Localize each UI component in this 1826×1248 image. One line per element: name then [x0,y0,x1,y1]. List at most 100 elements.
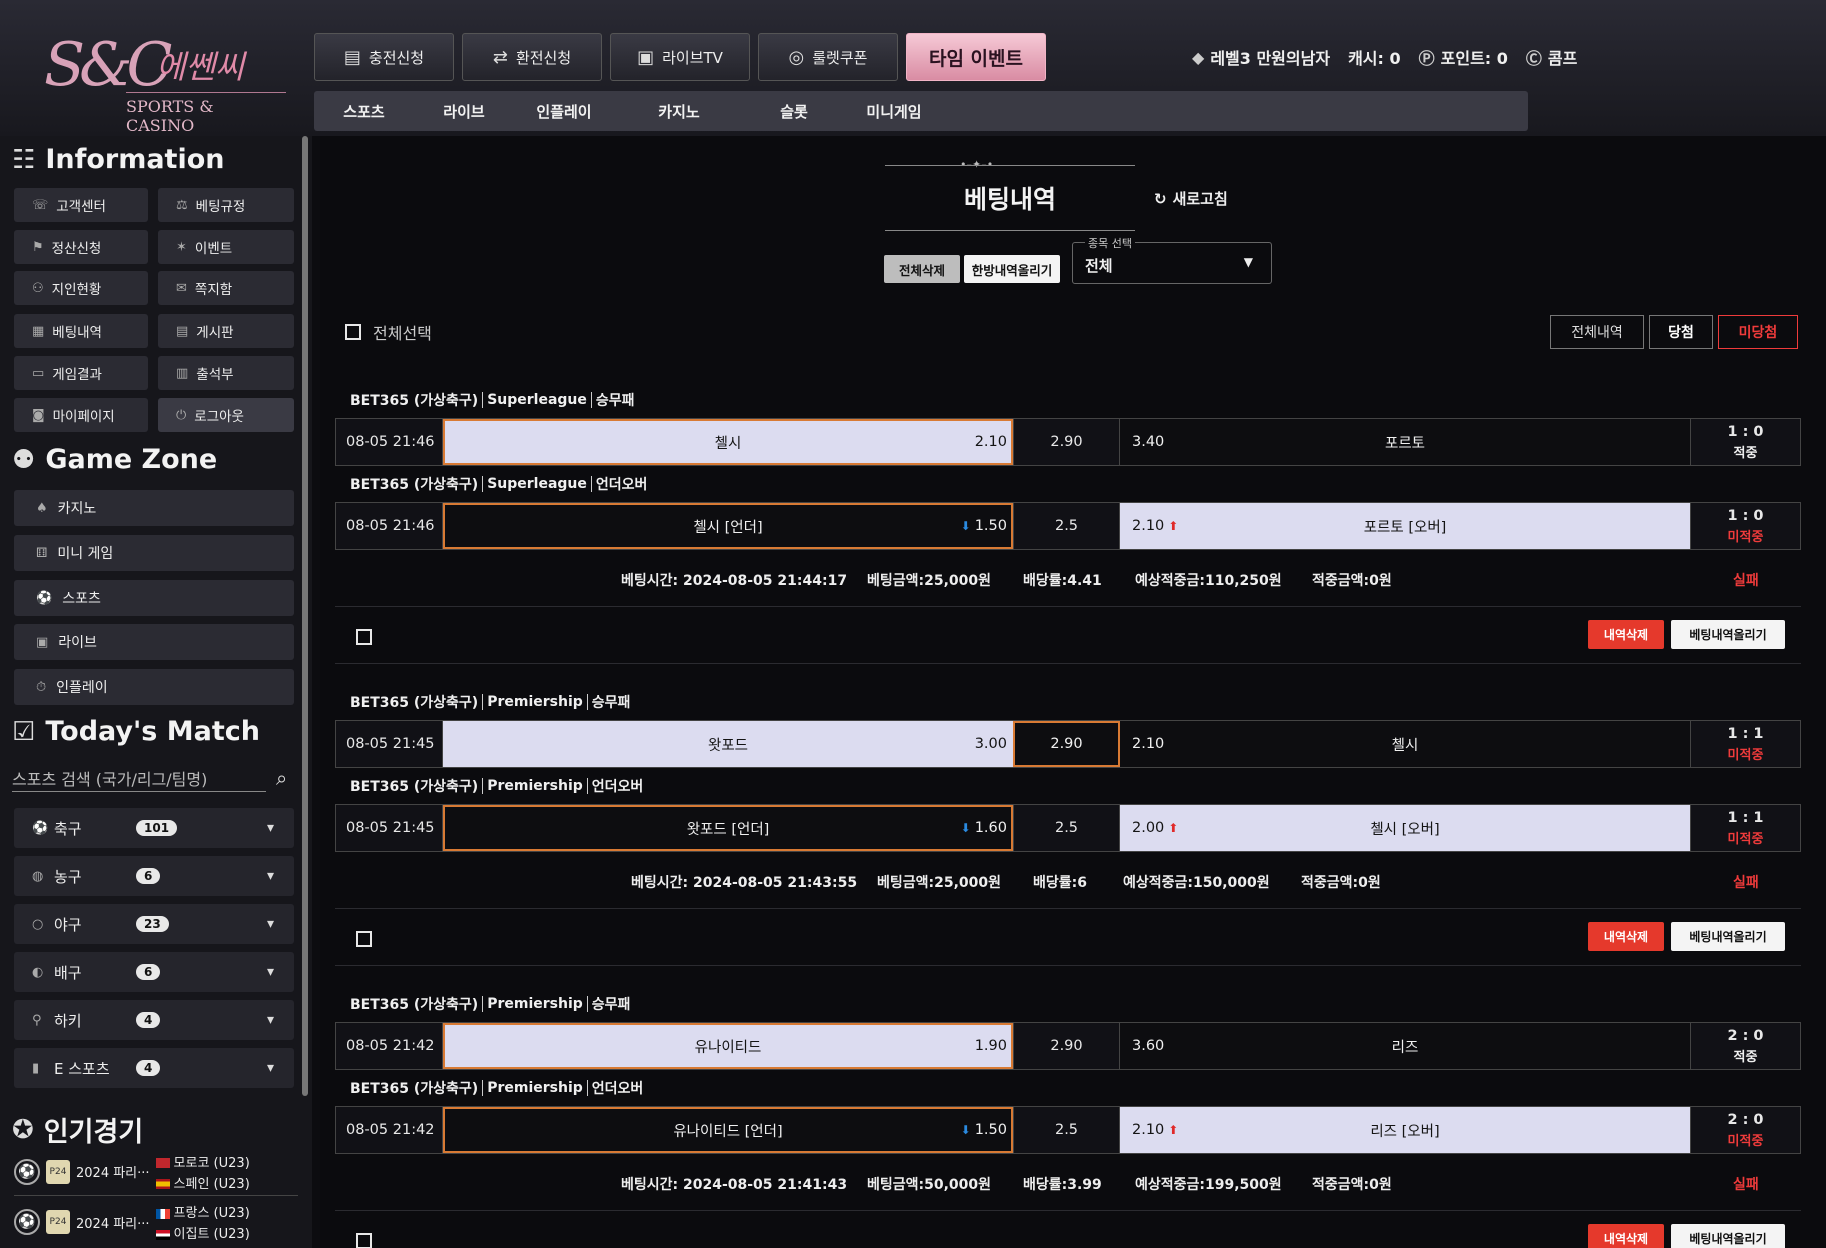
upload-bet-button[interactable]: 베팅내역올리기 [1671,620,1785,649]
sidebar-item-inplay[interactable]: ⏱ 인플레이 [14,669,294,705]
draw-odd[interactable]: 2.90 [1013,419,1120,465]
away-pick[interactable]: 3.40 포르토 [1120,419,1690,465]
deposit-button[interactable]: ▤ 충전신청 [314,33,454,81]
arrow-down-icon: ⬇ [960,1123,971,1137]
comp-icon: Ⓒ [1525,49,1542,68]
sidebar-item-minigame[interactable]: ⚅ 미니 게임 [14,535,294,571]
sport-volleyball[interactable]: ◐ 배구 6 ▾ [14,952,294,992]
live-tv-button[interactable]: ▣ 라이브TV [610,33,750,81]
site-logo[interactable]: S&C 에쎈씨 SPORTS & CASINO [36,30,286,135]
user-level[interactable]: ◆ 레벨3 만원의남자 [1192,45,1330,69]
bet-checkbox[interactable] [356,629,372,645]
bet-expected: 예상적중금:199,500원 [1135,1177,1282,1193]
bet-league-label: BET365 (가상축구) Superleague 언더오버 [335,466,1801,502]
away-pick[interactable]: 2.00 ⬆ 첼시 [오버] [1120,805,1690,851]
withdraw-button[interactable]: ⇄ 환전신청 [462,33,602,81]
sidebar-item-bet-history[interactable]: ▦ 베팅내역 [14,314,148,348]
market-name: 승무패 [595,393,635,409]
home-odd: 3.00 [974,736,1007,752]
sport-select[interactable]: 종목 선택 전체 ▼ [1072,235,1272,284]
sidebar-scrollbar[interactable] [302,136,308,1096]
delete-all-button[interactable]: 전체삭제 [884,255,960,283]
away-pick[interactable]: 2.10 ⬆ 리즈 [오버] [1120,1107,1690,1153]
home-pick[interactable]: 첼시 [언더] ⬇ 1.50 [443,503,1013,549]
home-pick[interactable]: 유나이티드 [언더] ⬇ 1.50 [443,1107,1013,1153]
sport-esports[interactable]: ▮ E 스포츠 4 ▾ [14,1048,294,1088]
nav-inplay[interactable]: 인플레이 [514,101,614,122]
popular-match[interactable]: ⚽ P24 2024 파리··· 프랑스 (U23) 이집트 (U23) [14,1198,298,1246]
sidebar-item-event[interactable]: ✶ 이벤트 [158,230,294,264]
bet-league-label: BET365 (가상축구) Premiership 언더오버 [335,1070,1801,1106]
away-pick[interactable]: 3.60 리즈 [1120,1023,1690,1069]
filter-all[interactable]: 전체내역 [1550,315,1644,349]
home-team: 유나이티드 [694,1039,762,1056]
time-event-button[interactable]: 타임 이벤트 [906,33,1046,81]
handicap-value[interactable]: 2.5 [1013,805,1120,851]
sports-search-input[interactable]: 스포츠 검색 (국가/리그/팀명) [12,762,266,792]
sidebar-item-casino[interactable]: ♠ 카지노 [14,490,294,526]
filter-lost[interactable]: 미당첨 [1718,315,1798,349]
live-tv-label: 라이브TV [662,48,723,67]
select-all-checkbox[interactable] [345,324,361,340]
away-odd: 3.40 [1132,434,1165,450]
league-name: BET365 (가상축구) [350,1081,479,1097]
sidebar-item-attendance[interactable]: ▥ 출석부 [158,356,294,390]
home-pick[interactable]: 유나이티드 1.90 [443,1023,1013,1069]
league-sub: Premiership [487,778,583,794]
sidebar-item-sports[interactable]: ⚽ 스포츠 [14,580,294,616]
match-date: 08-05 21:45 [336,805,443,851]
bet-checkbox[interactable] [356,931,372,947]
home-pick[interactable]: 첼시 2.10 [443,419,1013,465]
select-all[interactable]: 전체선택 [345,320,432,344]
sidebar-item-game-results[interactable]: ▭ 게임결과 [14,356,148,390]
draw-odd[interactable]: 2.90 [1013,721,1120,767]
sidebar-item-messages[interactable]: ✉ 쪽지함 [158,271,294,305]
nav-minigame[interactable]: 미니게임 [844,101,944,122]
sidebar-item-live[interactable]: ▣ 라이브 [14,624,294,660]
away-pick[interactable]: 2.10 ⬆ 포르토 [오버] [1120,503,1690,549]
score: 1 : 1 [1727,809,1764,826]
league-sub: Premiership [487,996,583,1012]
draw-odd[interactable]: 2.90 [1013,1023,1120,1069]
nav-slot[interactable]: 슬롯 [744,101,844,122]
nav-casino[interactable]: 카지노 [614,101,744,122]
delete-bet-button[interactable]: 내역삭제 [1588,620,1664,649]
sidebar-item-referrals[interactable]: ⚇ 지인현황 [14,271,148,305]
bet-checkbox[interactable] [356,1233,372,1248]
upload-bet-button[interactable]: 베팅내역올리기 [1671,1224,1785,1248]
sport-baseball[interactable]: ○ 야구 23 ▾ [14,904,294,944]
sidebar-item-logout[interactable]: ⏻ 로그아웃 [158,398,294,432]
handicap-value[interactable]: 2.5 [1013,1107,1120,1153]
sidebar-item-label: 고객센터 [56,199,106,215]
sidebar-item-label: 지인현황 [51,282,102,298]
user-comp[interactable]: Ⓒ 콤프 [1526,45,1577,69]
upload-all-button[interactable]: 한방내역올리기 [964,255,1060,283]
chevron-down-icon: ▾ [266,916,274,932]
search-icon[interactable]: ⌕ [276,766,287,790]
home-pick[interactable]: 왓포드 [언더] ⬇ 1.60 [443,805,1013,851]
roulette-coupon-button[interactable]: ◎ 룰렛쿠폰 [758,33,898,81]
handicap-value[interactable]: 2.5 [1013,503,1120,549]
away-pick[interactable]: 2.10 첼시 [1120,721,1690,767]
delete-bet-button[interactable]: 내역삭제 [1588,922,1664,951]
popular-match[interactable]: ⚽ P24 2024 파리··· 모로코 (U23) 스페인 (U23) [14,1148,298,1196]
delete-bet-button[interactable]: 내역삭제 [1588,1224,1664,1248]
line-status: 미적중 [1727,529,1764,545]
sport-soccer[interactable]: ⚽ 축구 101 ▾ [14,808,294,848]
sidebar-item-label: 출석부 [196,367,234,383]
soccer-ball-icon: ⚽ [14,1209,40,1235]
sidebar-item-customer-center[interactable]: ☏ 고객센터 [14,188,148,222]
nav-sports[interactable]: 스포츠 [314,101,414,122]
home-pick[interactable]: 왓포드 3.00 [443,721,1013,767]
logo-korean: 에쎈씨 [156,48,245,86]
nav-live[interactable]: 라이브 [414,101,514,122]
sidebar-item-mypage[interactable]: ◙ 마이페이지 [14,398,148,432]
sport-basketball[interactable]: ◍ 농구 6 ▾ [14,856,294,896]
filter-won[interactable]: 당첨 [1649,315,1713,349]
sidebar-item-betting-rules[interactable]: ⚖ 베팅규정 [158,188,294,222]
refresh-button[interactable]: ↻ 새로고침 [1154,188,1228,209]
sidebar-item-settlement[interactable]: ⚑ 정산신청 [14,230,148,264]
sport-hockey[interactable]: ⚲ 하키 4 ▾ [14,1000,294,1040]
upload-bet-button[interactable]: 베팅내역올리기 [1671,922,1785,951]
sidebar-item-board[interactable]: ▤ 게시판 [158,314,294,348]
